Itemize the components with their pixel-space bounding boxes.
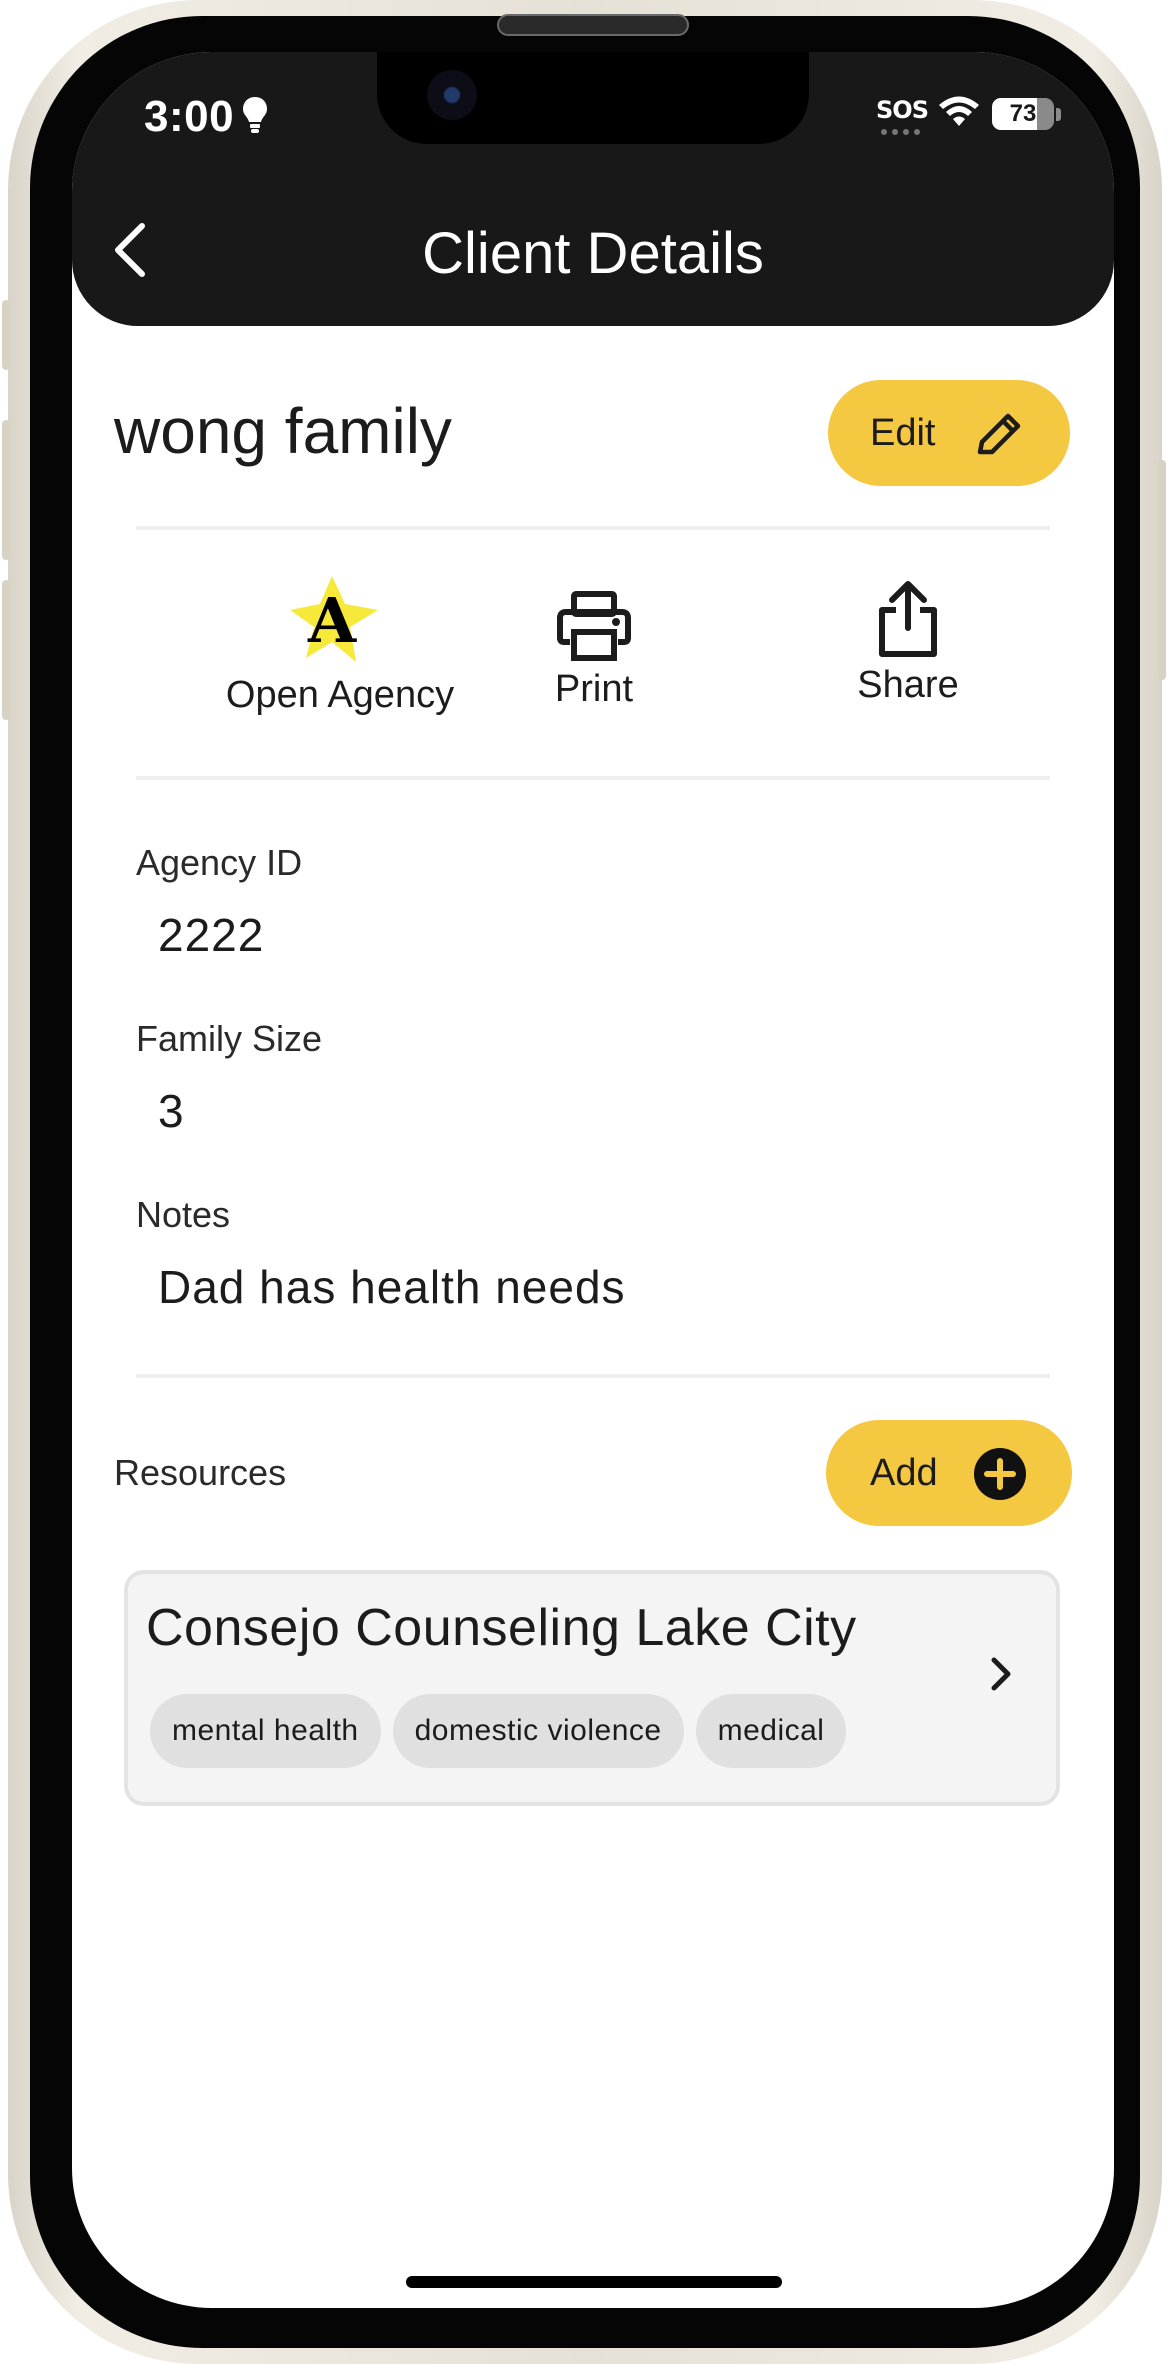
divider <box>136 526 1050 530</box>
volume-down-button <box>2 580 10 720</box>
front-camera <box>427 70 477 120</box>
sos-indicator: SOS <box>876 96 929 124</box>
add-resource-button[interactable]: Add <box>826 1420 1072 1526</box>
phone-frame: 3:00 SOS 73 Client Details wong family E… <box>2 0 1166 2364</box>
resource-tags: mental health domestic violence medical <box>150 1694 847 1768</box>
agency-star-logo-icon: A <box>290 576 378 662</box>
battery-nub <box>1056 108 1061 121</box>
pencil-icon <box>977 413 1021 455</box>
agency-id-label: Agency ID <box>136 842 303 883</box>
add-button-label: Add <box>870 1451 938 1494</box>
battery-icon: 73 <box>992 98 1054 130</box>
power-button <box>1158 460 1166 680</box>
open-agency-label: Open Agency <box>225 674 455 716</box>
share-button[interactable]: Share <box>768 572 1048 707</box>
resource-tag: mental health <box>150 1694 381 1768</box>
screen: 3:00 SOS 73 Client Details wong family E… <box>72 52 1114 2308</box>
client-name: wong family <box>114 395 452 467</box>
resource-tag: domestic violence <box>392 1694 684 1768</box>
speaker-grille <box>497 14 689 36</box>
printer-icon <box>557 591 631 661</box>
battery-percent: 73 <box>1009 100 1037 127</box>
open-agency-button[interactable]: A Open Agency <box>200 572 480 717</box>
edit-button-label: Edit <box>870 411 936 454</box>
notes-label: Notes <box>136 1194 231 1235</box>
signal-dots-icon <box>881 129 920 135</box>
chevron-right-icon <box>991 1657 1011 1691</box>
divider <box>136 776 1050 780</box>
plus-circle-icon <box>974 1448 1026 1500</box>
volume-up-button <box>2 420 10 560</box>
share-icon <box>879 581 937 657</box>
resources-label: Resources <box>114 1452 287 1493</box>
agency-id-value: 2222 <box>158 909 265 961</box>
svg-text:A: A <box>307 584 357 657</box>
edit-button[interactable]: Edit <box>828 380 1070 486</box>
action-button <box>2 300 10 370</box>
status-time: 3:00 <box>144 92 235 141</box>
share-label: Share <box>857 664 959 706</box>
family-size-label: Family Size <box>136 1018 323 1059</box>
print-button[interactable]: Print <box>454 572 734 711</box>
family-size-value: 3 <box>158 1085 185 1137</box>
resource-card[interactable]: Consejo Counseling Lake City mental heal… <box>124 1570 1060 1806</box>
resource-tag: medical <box>695 1694 847 1768</box>
print-label: Print <box>554 668 634 710</box>
wifi-icon <box>939 96 979 126</box>
resource-name: Consejo Counseling Lake City <box>146 1599 857 1657</box>
bulb-icon <box>243 97 267 133</box>
home-indicator[interactable] <box>406 2276 782 2288</box>
page-title: Client Details <box>422 221 764 286</box>
divider <box>136 1374 1050 1378</box>
notes-value: Dad has health needs <box>158 1261 626 1313</box>
